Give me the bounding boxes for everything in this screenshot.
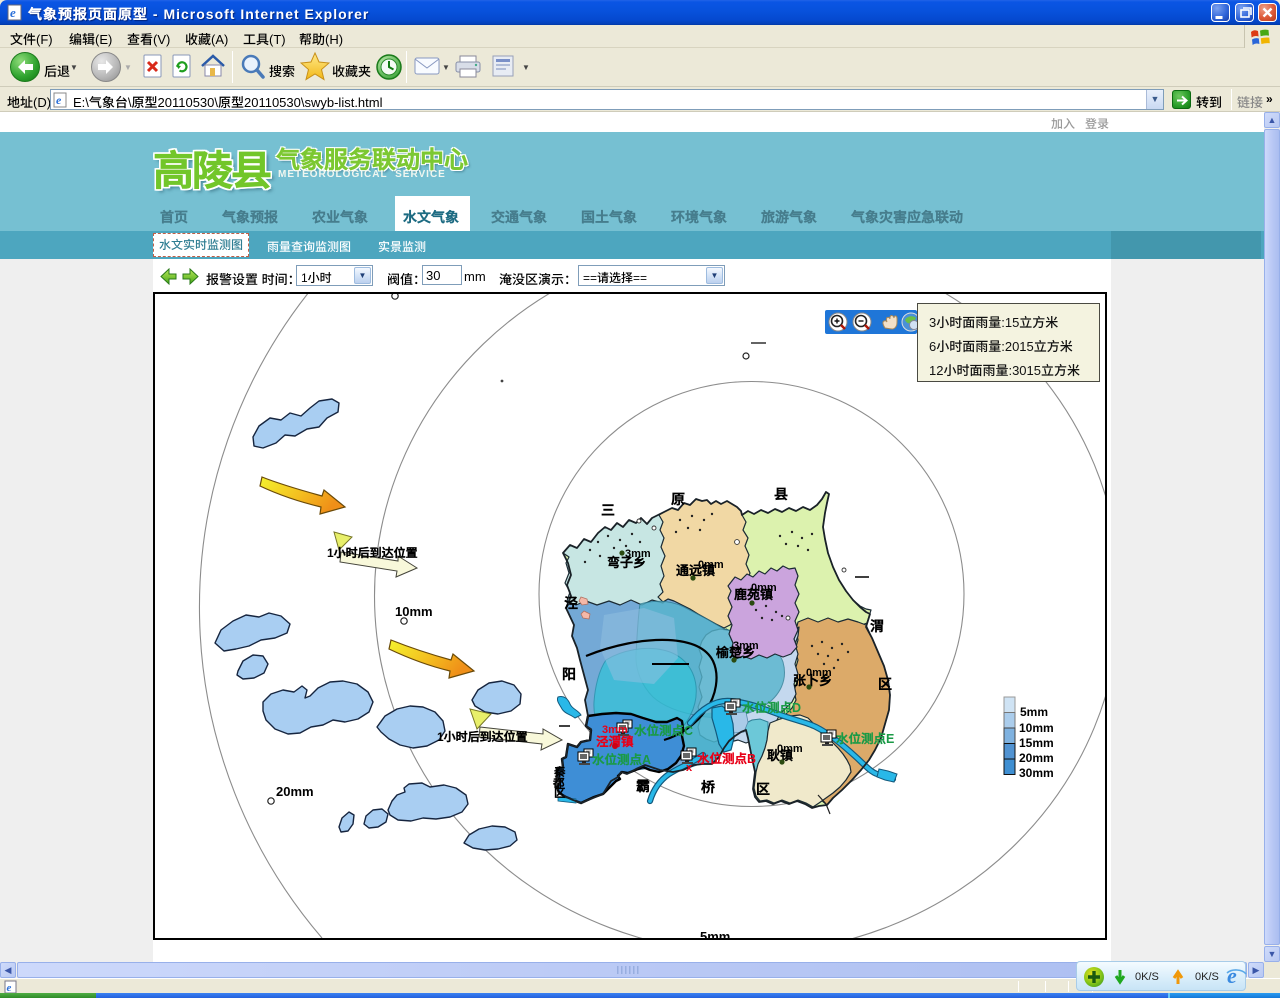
svg-text:桥: 桥 [700,779,716,795]
svg-text:1小时后到达位置: 1小时后到达位置 [437,730,528,744]
svg-text:水位测点D: 水位测点D [741,701,801,715]
svg-text:水位测点B: 水位测点B [696,752,756,766]
svg-text:5mm: 5mm [700,929,730,938]
svg-text:区: 区 [554,787,566,800]
svg-text:x: x [686,762,693,774]
svg-text:e: e [1227,965,1237,987]
svg-text:0mm: 0mm [698,559,724,571]
svg-text:e: e [56,93,62,107]
svg-text:20mm: 20mm [276,784,314,799]
svg-text:1小时后到达位置: 1小时后到达位置 [327,546,418,560]
svg-text:水位测点E: 水位测点E [835,732,894,746]
svg-text:渭: 渭 [870,618,884,634]
svg-text:30mm: 30mm [1019,766,1054,780]
svg-text:水位测点C: 水位测点C [633,724,693,738]
svg-text:10mm: 10mm [1019,721,1054,735]
svg-text:0mm: 0mm [777,743,803,755]
svg-text:泾: 泾 [564,595,578,611]
svg-text:区: 区 [878,676,892,692]
svg-text:霸: 霸 [636,778,650,794]
svg-text:3mm: 3mm [602,724,628,736]
svg-text:原: 原 [670,491,685,507]
svg-text:20mm: 20mm [1019,751,1054,765]
svg-text:区: 区 [756,781,770,797]
svg-text:县: 县 [774,486,788,502]
svg-text:15mm: 15mm [1019,736,1054,750]
svg-text:阳: 阳 [562,666,576,682]
svg-text:3mm: 3mm [625,548,651,560]
svg-text:水位测点A: 水位测点A [591,753,651,767]
svg-text:0mm: 0mm [751,582,777,594]
svg-text:0mm: 0mm [806,667,832,679]
svg-text:三: 三 [601,502,615,518]
svg-text:3mm: 3mm [733,640,759,652]
svg-text:e: e [10,5,16,20]
svg-text:10mm: 10mm [395,604,433,619]
svg-text:5mm: 5mm [1020,705,1048,719]
